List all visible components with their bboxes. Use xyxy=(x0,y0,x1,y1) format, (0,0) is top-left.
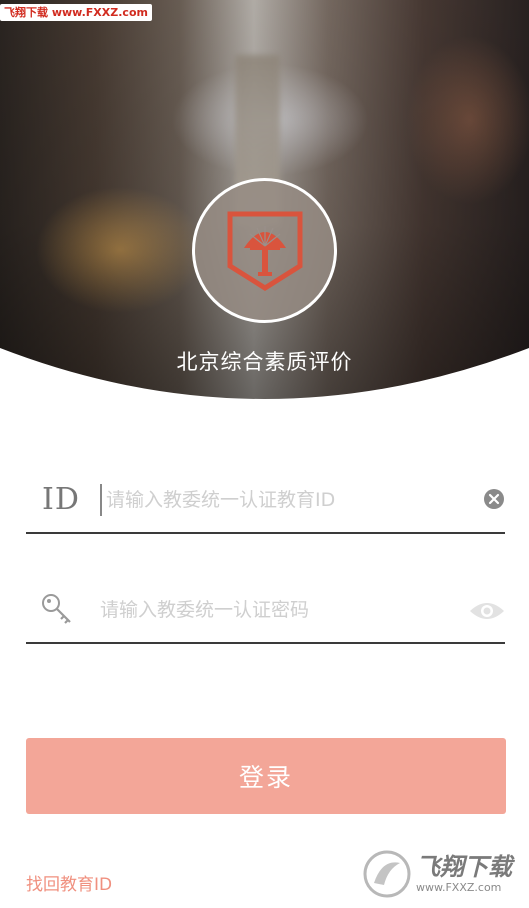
password-field xyxy=(26,572,505,644)
clear-icon[interactable] xyxy=(483,488,505,510)
watermark-label: 飞翔下载 www.FXXZ.com xyxy=(0,4,152,21)
id-input[interactable] xyxy=(100,484,466,516)
login-button[interactable]: 登录 xyxy=(26,738,506,814)
eye-icon[interactable] xyxy=(469,600,505,622)
download-site-badge: 飞翔下载 www.FXXZ.com xyxy=(362,845,522,903)
site-name: 飞翔下载 xyxy=(416,853,512,881)
password-input[interactable] xyxy=(100,594,460,626)
app-logo xyxy=(192,178,337,323)
site-url: www.FXXZ.com xyxy=(416,881,502,894)
recover-id-link[interactable]: 找回教育ID xyxy=(26,870,112,895)
key-icon xyxy=(42,594,71,624)
app-title: 北京综合素质评价 xyxy=(176,350,353,374)
logo-emblem-icon xyxy=(227,211,302,291)
id-field: ID xyxy=(26,462,505,534)
id-label: ID xyxy=(42,482,80,517)
site-logo-icon xyxy=(363,850,411,898)
